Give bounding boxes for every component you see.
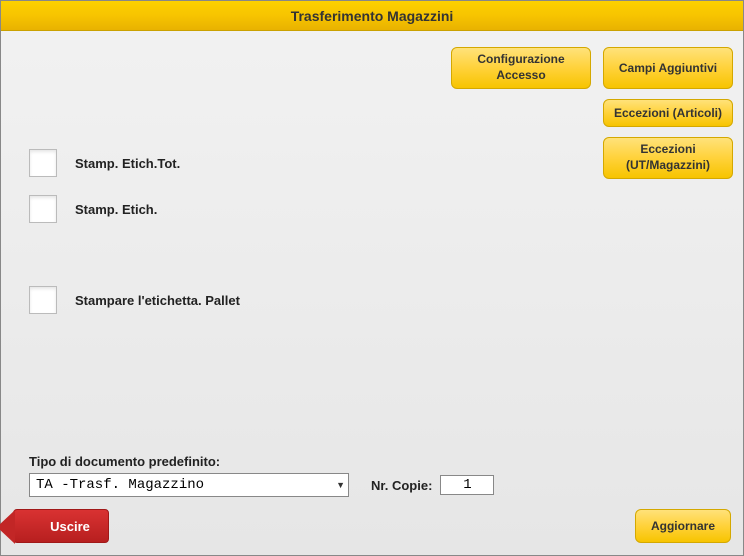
- document-type-label: Tipo di documento predefinito:: [29, 454, 494, 469]
- config-access-button[interactable]: Configurazione Accesso: [451, 47, 591, 89]
- exceptions-articles-button[interactable]: Eccezioni (Articoli): [603, 99, 733, 127]
- stamp-etich-checkbox[interactable]: [29, 195, 57, 223]
- exit-button[interactable]: Uscire: [13, 509, 109, 543]
- stampare-pallet-row: Stampare l'etichetta. Pallet: [29, 286, 240, 314]
- stamp-etich-tot-row: Stamp. Etich.Tot.: [29, 149, 180, 177]
- document-type-select[interactable]: [29, 473, 349, 497]
- additional-fields-button[interactable]: Campi Aggiuntivi: [603, 47, 733, 89]
- document-type-select-wrap: ▼: [29, 473, 349, 497]
- document-type-controls: ▼ Nr. Copie:: [29, 473, 494, 497]
- stamp-etich-tot-label: Stamp. Etich.Tot.: [75, 156, 180, 171]
- stampare-pallet-checkbox[interactable]: [29, 286, 57, 314]
- update-button[interactable]: Aggiornare: [635, 509, 731, 543]
- stamp-etich-tot-checkbox[interactable]: [29, 149, 57, 177]
- stamp-etich-label: Stamp. Etich.: [75, 202, 157, 217]
- top-button-row: Configurazione Accesso Campi Aggiuntivi: [451, 47, 733, 89]
- stampare-pallet-label: Stampare l'etichetta. Pallet: [75, 293, 240, 308]
- footer-bar: Uscire Aggiornare: [1, 503, 743, 555]
- exceptions-ut-button[interactable]: Eccezioni (UT/Magazzini): [603, 137, 733, 179]
- right-button-column: Eccezioni (Articoli) Eccezioni (UT/Magaz…: [603, 99, 733, 179]
- page-title: Trasferimento Magazzini: [1, 1, 743, 31]
- copies-input[interactable]: [440, 475, 494, 495]
- copies-label: Nr. Copie:: [371, 478, 432, 493]
- document-type-section: Tipo di documento predefinito: ▼ Nr. Cop…: [29, 454, 494, 497]
- stamp-etich-row: Stamp. Etich.: [29, 195, 157, 223]
